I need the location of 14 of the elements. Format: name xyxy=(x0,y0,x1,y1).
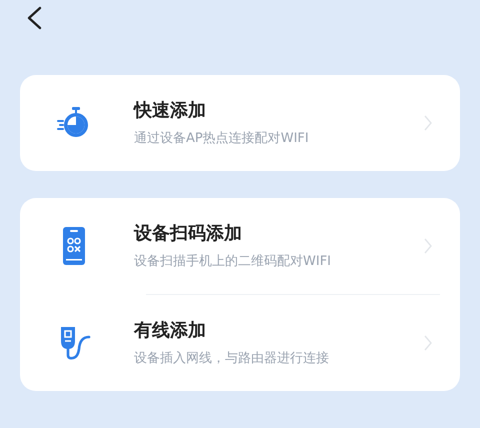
option-description: 设备扫描手机上的二维码配对WIFI xyxy=(134,254,331,268)
chevron-right-icon xyxy=(424,238,432,254)
back-icon[interactable] xyxy=(26,6,42,30)
chevron-right-icon xyxy=(424,335,432,351)
option-row[interactable]: 设备扫码添加 设备扫描手机上的二维码配对WIFI xyxy=(20,198,460,294)
option-title: 设备扫码添加 xyxy=(134,224,242,242)
phone-qr-icon xyxy=(63,227,85,265)
option-description: 通过设备AP热点连接配对WIFI xyxy=(134,132,309,144)
option-row[interactable]: 快速添加 通过设备AP热点连接配对WIFI xyxy=(20,75,460,171)
chevron-right-icon xyxy=(424,115,432,131)
option-title: 快速添加 xyxy=(134,102,206,120)
option-row[interactable]: 有线添加 设备插入网线，与路由器进行连接 xyxy=(20,295,460,391)
option-description: 设备插入网线，与路由器进行连接 xyxy=(134,352,329,364)
option-title: 有线添加 xyxy=(134,322,206,340)
